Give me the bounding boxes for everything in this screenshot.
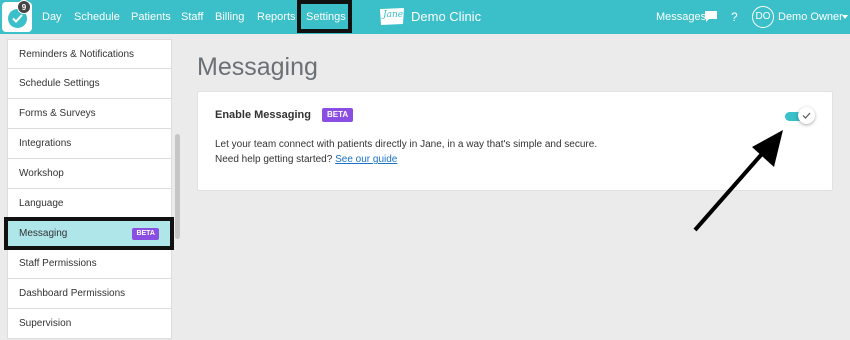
sidebar-item-label: Integrations (19, 138, 72, 149)
sidebar-item-label: Dashboard Permissions (19, 288, 126, 299)
sidebar-item-integrations[interactable]: Integrations (7, 129, 172, 159)
sidebar-item-forms-surveys[interactable]: Forms & Surveys (7, 99, 172, 129)
checkmark-icon (802, 112, 811, 119)
sidebar-item-label: Schedule Settings (19, 78, 100, 89)
sidebar-item-label: Supervision (19, 318, 72, 329)
sidebar-item-reminders[interactable]: Reminders & Notifications (7, 39, 172, 69)
nav-reports[interactable]: Reports (257, 11, 296, 23)
sidebar-scrollbar[interactable] (175, 134, 180, 239)
messaging-highlight-box (4, 217, 174, 250)
sidebar-item-language[interactable]: Language (7, 189, 172, 219)
see-guide-link[interactable]: See our guide (335, 154, 397, 165)
top-navigation-bar: 9 Day Schedule Patients Staff Billing Re… (0, 0, 850, 34)
sidebar-item-staff-permissions[interactable]: Staff Permissions (7, 249, 172, 279)
chat-bubble-icon[interactable] (705, 11, 717, 25)
jane-logo-text: Jane (383, 10, 404, 20)
nav-day[interactable]: Day (42, 11, 62, 23)
beta-badge: BETA (322, 108, 354, 122)
sidebar-item-dashboard-permissions[interactable]: Dashboard Permissions (7, 279, 172, 309)
help-button[interactable]: ? (731, 10, 738, 24)
settings-highlight-box (297, 0, 352, 33)
help-text: Need help getting started? See our guide (215, 154, 397, 165)
nav-billing[interactable]: Billing (215, 11, 244, 23)
jane-logo: Jane (378, 7, 406, 26)
sidebar-item-supervision[interactable]: Supervision (7, 309, 172, 339)
card-title: Enable Messaging (215, 109, 311, 121)
nav-schedule[interactable]: Schedule (74, 11, 120, 23)
notification-count-badge[interactable]: 9 (17, 0, 31, 14)
enable-messaging-toggle[interactable] (785, 107, 815, 124)
nav-patients[interactable]: Patients (131, 11, 171, 23)
help-prefix: Need help getting started? (215, 154, 333, 165)
toggle-knob (798, 107, 815, 124)
sidebar-item-label: Reminders & Notifications (19, 49, 135, 60)
sidebar-item-label: Workshop (19, 168, 64, 179)
page-title: Messaging (197, 53, 318, 81)
chevron-down-icon[interactable] (842, 15, 848, 19)
sidebar-item-workshop[interactable]: Workshop (7, 159, 172, 189)
user-menu[interactable]: Demo Owner (778, 11, 843, 23)
sidebar-item-label: Staff Permissions (19, 258, 97, 269)
settings-menu-list: Reminders & Notifications Schedule Setti… (7, 39, 172, 339)
clinic-name: Demo Clinic (411, 9, 482, 24)
card-description: Let your team connect with patients dire… (215, 139, 598, 150)
avatar[interactable]: DO (752, 6, 774, 28)
sidebar-item-schedule-settings[interactable]: Schedule Settings (7, 69, 172, 99)
messages-link[interactable]: Messages (656, 11, 706, 23)
sidebar-item-label: Forms & Surveys (19, 108, 96, 119)
nav-staff[interactable]: Staff (181, 11, 203, 23)
annotation-arrow (693, 130, 783, 232)
sidebar-item-label: Language (19, 198, 64, 209)
settings-sidebar: Reminders & Notifications Schedule Setti… (0, 34, 182, 340)
